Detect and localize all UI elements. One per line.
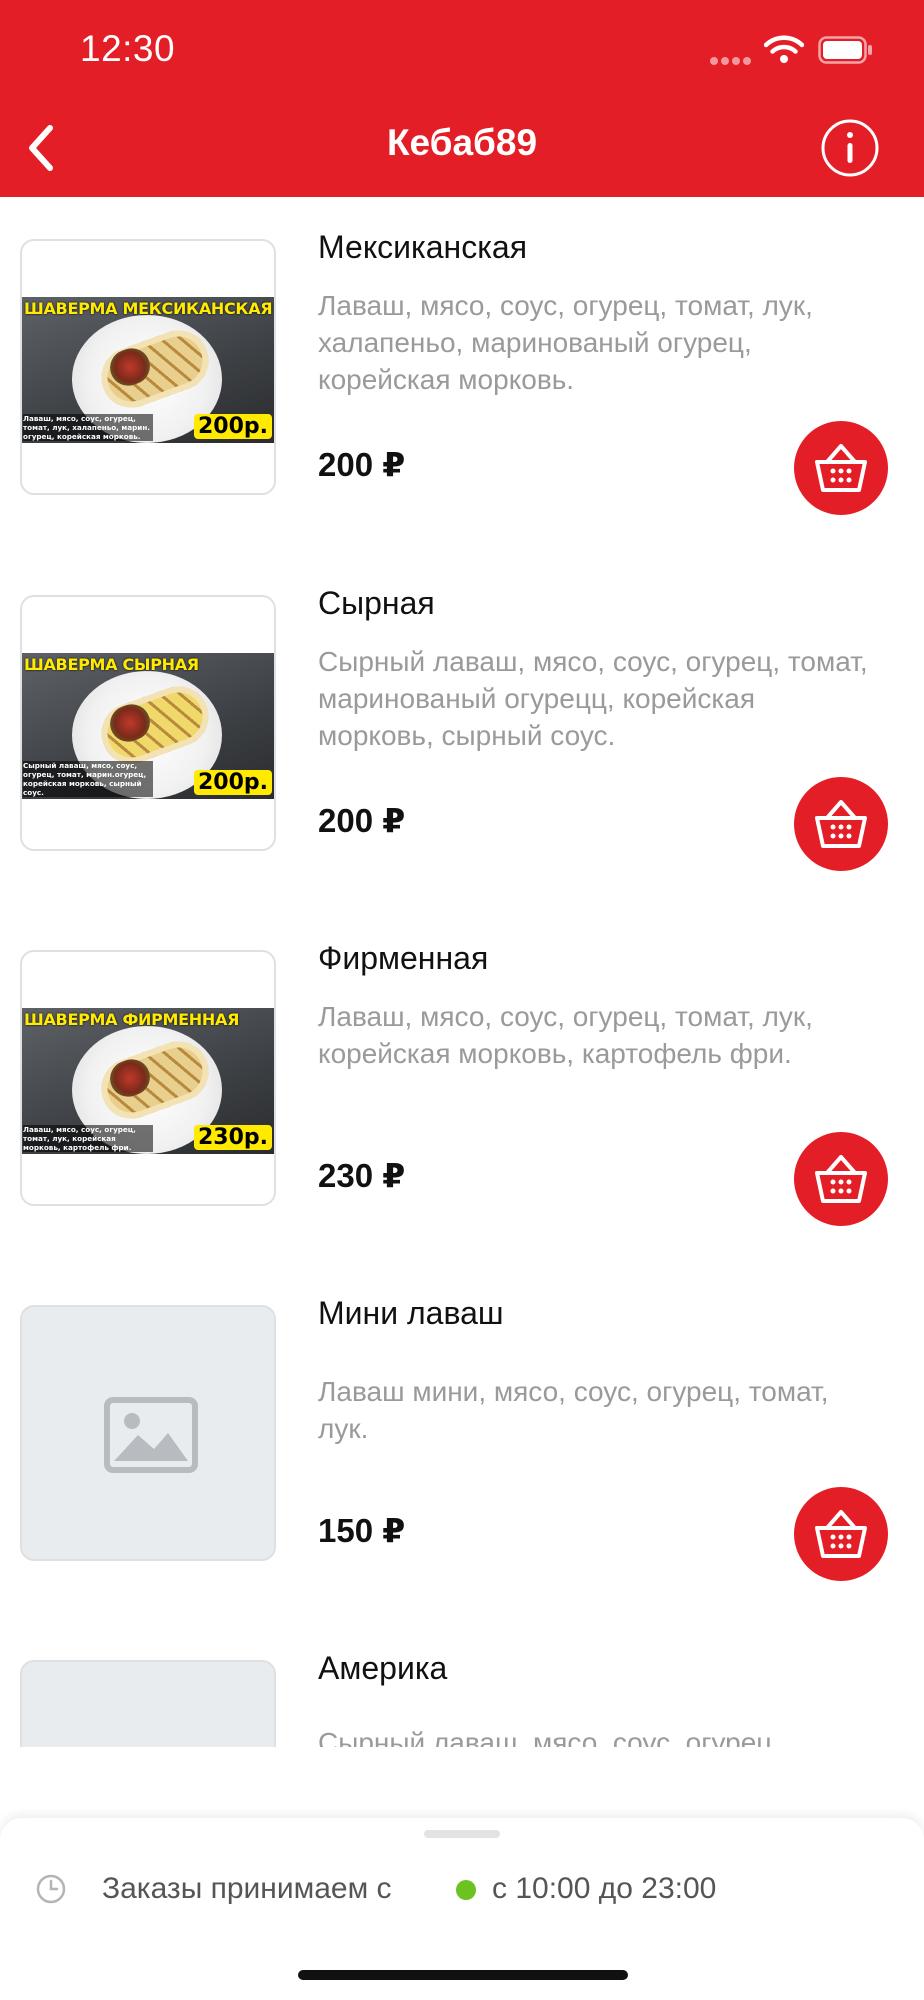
promo-description: Сырный лаваш, мясо, соус, огурец, томат,… [23, 761, 153, 797]
menu-item[interactable]: ШАВЕРМА ФИРМЕННАЯ Лаваш, мясо, соус, огу… [0, 908, 924, 1226]
status-time: 12:30 [80, 28, 176, 69]
promo-title: ШАВЕРМА ФИРМЕННАЯ [24, 1010, 240, 1029]
menu-item[interactable]: Америка Сырный лаваш, мясо, соус, огурец [0, 1618, 924, 1747]
menu-item[interactable]: ШАВЕРМА СЫРНАЯ Сырный лаваш, мясо, соус,… [0, 553, 924, 871]
add-to-cart-button[interactable] [794, 1487, 888, 1581]
home-indicator[interactable] [298, 1970, 628, 1980]
item-description: Сырный лаваш, мясо, соус, огурец [318, 1727, 773, 1747]
sheet-handle[interactable] [424, 1830, 500, 1838]
basket-icon [815, 1155, 867, 1203]
promo-image: ШАВЕРМА СЫРНАЯ Сырный лаваш, мясо, соус,… [22, 653, 274, 799]
image-placeholder-icon [104, 1397, 198, 1473]
item-name: Мини лаваш [318, 1295, 504, 1331]
item-name: Америка [318, 1650, 448, 1686]
item-name: Мексиканская [318, 229, 528, 265]
page-title: Кебаб89 [386, 122, 538, 163]
basket-icon [815, 1510, 867, 1558]
basket-icon [815, 800, 867, 848]
promo-image: ШАВЕРМА МЕКСИКАНСКАЯ Лаваш, мясо, соус, … [22, 297, 274, 443]
promo-description: Лаваш, мясо, соус, огурец, томат, лук, к… [23, 1125, 153, 1152]
promo-price: 230р. [193, 1125, 272, 1150]
item-image[interactable]: ШАВЕРМА ФИРМЕННАЯ Лаваш, мясо, соус, огу… [20, 950, 276, 1206]
item-image[interactable] [20, 1660, 276, 1747]
signal-icon [710, 52, 754, 70]
menu-list[interactable]: ШАВЕРМА МЕКСИКАНСКАЯ Лаваш, мясо, соус, … [0, 197, 924, 1747]
hours-range: с 10:00 до 23:00 [492, 1872, 717, 1905]
item-image[interactable]: ШАВЕРМА СЫРНАЯ Сырный лаваш, мясо, соус,… [20, 595, 276, 851]
app-header: 12:30 Кебаб89 [0, 0, 924, 197]
wifi-icon [764, 35, 804, 63]
promo-image: ШАВЕРМА ФИРМЕННАЯ Лаваш, мясо, соус, огу… [22, 1008, 274, 1154]
menu-item[interactable]: Мини лаваш Лаваш мини, мясо, соус, огуре… [0, 1263, 924, 1581]
add-to-cart-button[interactable] [794, 1132, 888, 1226]
item-description: Сырный лаваш, мясо, соус, огурец, томат,… [318, 646, 868, 751]
item-name: Сырная [318, 585, 435, 621]
item-image[interactable] [20, 1305, 276, 1561]
clock-icon [36, 1874, 66, 1904]
add-to-cart-button[interactable] [794, 777, 888, 871]
menu-item[interactable]: ШАВЕРМА МЕКСИКАНСКАЯ Лаваш, мясо, соус, … [0, 197, 924, 515]
battery-icon [818, 36, 872, 64]
open-status-indicator [456, 1880, 476, 1900]
item-price: 150 ₽ [318, 1512, 406, 1549]
promo-price: 200р. [193, 770, 272, 795]
info-button[interactable] [820, 118, 880, 178]
item-name: Фирменная [318, 940, 489, 976]
promo-description: Лаваш, мясо, соус, огурец, томат, лук, х… [23, 414, 153, 441]
add-to-cart-button[interactable] [794, 421, 888, 515]
promo-title: ШАВЕРМА СЫРНАЯ [24, 655, 199, 674]
promo-title: ШАВЕРМА МЕКСИКАНСКАЯ [24, 299, 273, 318]
item-price: 200 ₽ [318, 446, 406, 483]
item-price: 200 ₽ [318, 802, 406, 839]
item-image[interactable]: ШАВЕРМА МЕКСИКАНСКАЯ Лаваш, мясо, соус, … [20, 239, 276, 495]
item-price: 230 ₽ [318, 1157, 406, 1194]
basket-icon [815, 444, 867, 492]
item-description: Лаваш, мясо, соус, огурец, томат, лук, х… [318, 290, 813, 395]
promo-price: 200р. [193, 414, 272, 439]
hours-label: Заказы принимаем с [102, 1872, 392, 1905]
item-description: Лаваш мини, мясо, соус, огурец, томат, л… [318, 1376, 829, 1444]
item-description: Лаваш, мясо, соус, огурец, томат, лук, к… [318, 1001, 813, 1069]
